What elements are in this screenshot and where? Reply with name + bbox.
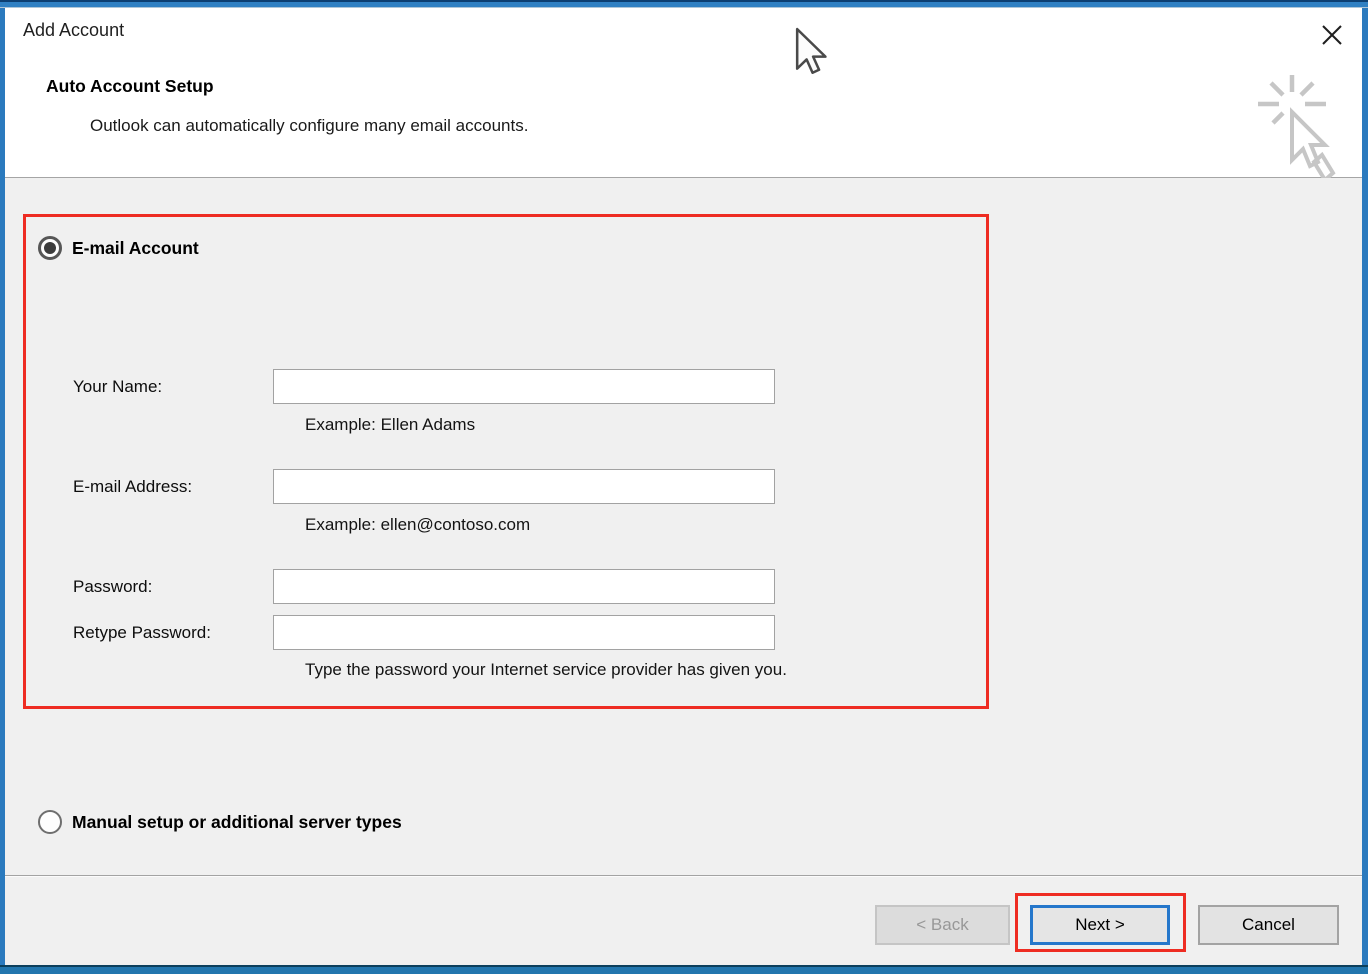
dialog-header: Add Account Auto Account Setup Outlook c…: [5, 8, 1362, 178]
page-subtitle: Outlook can automatically configure many…: [90, 116, 528, 136]
manual-setup-radio-label: Manual setup or additional server types: [72, 812, 402, 833]
window-border-right: [1362, 8, 1368, 965]
close-button[interactable]: [1312, 16, 1352, 54]
email-account-radio[interactable]: E-mail Account: [38, 236, 199, 260]
password-label: Password:: [73, 577, 152, 597]
back-button: < Back: [875, 905, 1010, 945]
footer-divider-highlight: [5, 876, 1362, 877]
your-name-example: Example: Ellen Adams: [305, 415, 475, 435]
mouse-cursor-icon: [795, 27, 829, 75]
window-border-top: [0, 0, 1368, 8]
auto-setup-cursor-icon: [1245, 68, 1345, 186]
cancel-button[interactable]: Cancel: [1198, 905, 1339, 945]
email-address-input[interactable]: mike.mueller@c44-kabelbau.de: [273, 469, 775, 504]
retype-password-label: Retype Password:: [73, 623, 211, 643]
your-name-input[interactable]: Mike Mueller: [273, 369, 775, 404]
email-address-label: E-mail Address:: [73, 477, 192, 497]
your-name-label: Your Name:: [73, 377, 162, 397]
password-input[interactable]: **********: [273, 569, 775, 604]
dialog-title: Add Account: [23, 20, 124, 41]
radio-selected-icon[interactable]: [38, 236, 62, 260]
radio-unselected-icon[interactable]: [38, 810, 62, 834]
dialog-body: E-mail Account Your Name: Mike Mueller E…: [5, 178, 1362, 965]
retype-password-input[interactable]: **********: [273, 615, 775, 650]
add-account-dialog: Add Account Auto Account Setup Outlook c…: [0, 0, 1368, 974]
window-border-bottom: [0, 965, 1368, 974]
email-address-example: Example: ellen@contoso.com: [305, 515, 530, 535]
password-helper-text: Type the password your Internet service …: [305, 660, 787, 680]
close-icon: [1320, 23, 1344, 47]
email-account-radio-label: E-mail Account: [72, 238, 199, 259]
manual-setup-radio[interactable]: Manual setup or additional server types: [38, 810, 402, 834]
next-button[interactable]: Next >: [1030, 905, 1170, 945]
page-title: Auto Account Setup: [46, 76, 214, 97]
